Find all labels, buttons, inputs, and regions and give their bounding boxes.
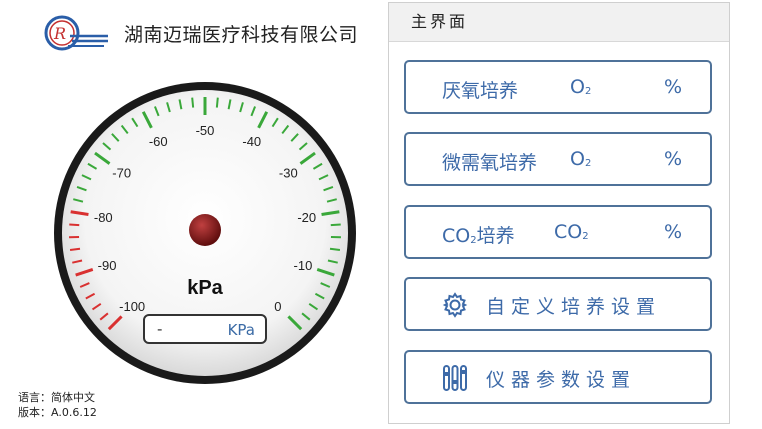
main-panel: 主界面 厌氧培养 O2 % 微需氧培养 O2 % CO2培养 CO2 % 自定义…: [388, 2, 730, 424]
tick-label: -50: [196, 123, 215, 138]
anaerobic-culture-button[interactable]: 厌氧培养 O2 %: [404, 60, 712, 114]
tick-label: -100: [119, 299, 145, 314]
minor-tick: [215, 97, 219, 108]
minor-tick: [191, 97, 195, 108]
tick-label: -40: [242, 134, 261, 149]
tick-label: -30: [279, 165, 298, 180]
minor-tick: [329, 247, 341, 252]
percent-label: %: [663, 221, 682, 243]
system-info: 语言：简体中文 版本：A.0.6.12: [18, 390, 97, 420]
svg-text:R: R: [53, 24, 66, 43]
button-label: 自定义培养设置: [486, 296, 662, 318]
button-label: CO2培养: [442, 225, 515, 247]
minor-tick: [69, 223, 80, 227]
language-label: 语言：简体中文: [18, 391, 95, 404]
tick-label: -10: [294, 258, 313, 273]
tick-label: 0: [274, 299, 281, 314]
button-label: 厌氧培养: [442, 80, 519, 102]
version-label: 版本：A.0.6.12: [18, 406, 97, 419]
percent-label: %: [663, 76, 682, 98]
readout-value: -: [157, 320, 163, 338]
gas-label: O2: [570, 76, 592, 98]
button-label: 仪器参数设置: [486, 369, 637, 391]
minor-tick: [69, 247, 81, 252]
gas-label: O2: [570, 148, 592, 170]
tick-label: -90: [98, 258, 117, 273]
microaerobic-culture-button[interactable]: 微需氧培养 O2 %: [404, 132, 712, 186]
gas-label: CO2: [554, 221, 589, 243]
button-label: 微需氧培养: [442, 152, 538, 174]
percent-label: %: [663, 148, 682, 170]
sliders-icon: [443, 365, 467, 391]
company-logo-icon: R: [44, 15, 108, 51]
co2-culture-button[interactable]: CO2培养 CO2 %: [404, 205, 712, 259]
pressure-readout: - KPa: [143, 314, 267, 344]
tick-label: -80: [94, 210, 113, 225]
custom-culture-settings-button[interactable]: 自定义培养设置: [404, 277, 712, 331]
gear-icon: [442, 292, 468, 318]
company-name: 湖南迈瑞医疗科技有限公司: [124, 24, 359, 46]
needle-hub: [189, 214, 221, 246]
tick-label: -60: [149, 134, 168, 149]
gauge-unit: kPa: [187, 277, 223, 299]
tick-label: -70: [112, 165, 131, 180]
tick-label: -20: [297, 210, 316, 225]
panel-title: 主界面: [389, 3, 729, 42]
readout-unit: KPa: [227, 321, 255, 339]
minor-tick: [330, 223, 341, 227]
instrument-parameter-settings-button[interactable]: 仪器参数设置: [404, 350, 712, 404]
